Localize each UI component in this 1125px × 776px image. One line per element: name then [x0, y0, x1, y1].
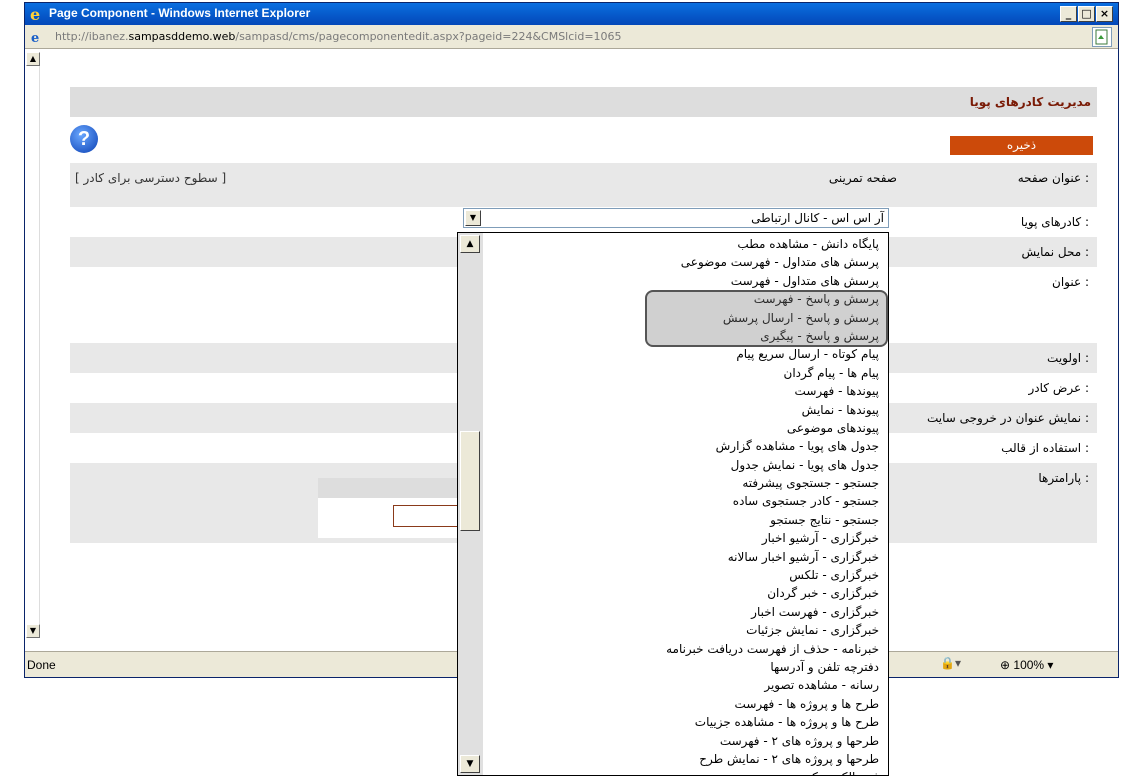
svg-text:e: e: [31, 31, 39, 45]
status-text: Done: [27, 658, 56, 672]
use-template-label: استفاده از قالب :: [1001, 441, 1089, 455]
title-label: عنوان :: [1052, 275, 1089, 289]
dynamic-frames-label: کادرهای پویا :: [1020, 215, 1089, 229]
dropdown-option[interactable]: پرسش های متداول - فهرست: [485, 272, 883, 290]
compat-view-icon[interactable]: [1092, 27, 1112, 47]
dropdown-option[interactable]: جستجو - کادر جستجوی ساده: [485, 492, 883, 510]
svg-text:e: e: [30, 5, 40, 23]
minimize-button[interactable]: _: [1060, 6, 1077, 22]
close-button[interactable]: ×: [1096, 6, 1113, 22]
parameters-panel-header: [318, 478, 463, 498]
dropdown-scroll-down-button[interactable]: ▼: [460, 755, 480, 773]
dropdown-option[interactable]: پایگاه دانش - مشاهده مطب: [485, 235, 883, 253]
ie-logo-icon: e: [30, 5, 40, 23]
dropdown-option[interactable]: پیام ها - پیام گردان: [485, 364, 883, 382]
dropdown-option[interactable]: جستجو - نتایج جستجو: [485, 511, 883, 529]
scroll-down-button[interactable]: ▼: [26, 624, 40, 638]
page-title-label: عنوان صفحه :: [1017, 171, 1089, 185]
display-location-label: محل نمایش :: [1021, 245, 1089, 259]
dropdown-option[interactable]: دفترچه تلفن و آدرسها: [485, 658, 883, 676]
parameter-input[interactable]: [393, 505, 463, 527]
dropdown-option[interactable]: طرح ها و پروژه ها - مشاهده جزییات: [485, 713, 883, 731]
zoom-level[interactable]: ⊕ 100% ▾: [1000, 658, 1053, 672]
page-title-value: صفحه تمرینی: [828, 171, 897, 185]
dropdown-option[interactable]: خبرگزاری - تلکس: [485, 566, 883, 584]
window-title: Page Component - Windows Internet Explor…: [49, 6, 311, 20]
dropdown-option[interactable]: طرح ها و پروژه ها - فهرست: [485, 695, 883, 713]
dropdown-option[interactable]: پیوندهای موضوعی: [485, 419, 883, 437]
dynamic-frames-value: آر اس اس - کانال ارتباطی: [751, 211, 884, 225]
help-icon[interactable]: ?: [70, 125, 98, 153]
page-header: مدیریت کادرهای پویا: [70, 87, 1097, 117]
url-domain: sampasddemo.web: [128, 30, 236, 43]
dropdown-option[interactable]: خبرگزاری - خبر گردان: [485, 584, 883, 602]
dropdown-option[interactable]: جستجو - جستجوی پیشرفته: [485, 474, 883, 492]
page-title: مدیریت کادرهای پویا: [969, 95, 1091, 109]
dropdown-option[interactable]: پرسش های متداول - فهرست موضوعی: [485, 253, 883, 271]
dropdown-option[interactable]: خبرنامه - حذف از فهرست دریافت خبرنامه: [485, 640, 883, 658]
dropdown-option[interactable]: خبرگزاری - آرشیو اخبار سالانه: [485, 548, 883, 566]
zoom-value: 100%: [1013, 658, 1045, 672]
access-levels-link[interactable]: [ سطوح دسترسی برای کادر ]: [75, 171, 226, 185]
page-icon: e: [31, 31, 39, 45]
address-bar: e http://ibanez.sampasddemo.web/sampasd/…: [25, 25, 1118, 49]
dropdown-option[interactable]: رسانه - مشاهده تصویر: [485, 676, 883, 694]
page-scrollbar[interactable]: ▲ ▼: [26, 52, 40, 638]
dropdown-option[interactable]: فرم الکترونیکی: [485, 768, 883, 775]
dropdown-option[interactable]: پیام کوتاه - ارسال سریع پیام: [485, 345, 883, 363]
save-button[interactable]: ذخیره: [950, 136, 1093, 155]
dropdown-scroll-up-button[interactable]: ▲: [460, 235, 480, 253]
dropdown-option[interactable]: خبرگزاری - آرشیو اخبار: [485, 529, 883, 547]
priority-label: اولویت :: [1047, 351, 1089, 365]
url-field[interactable]: http://ibanez.sampasddemo.web/sampasd/cm…: [55, 30, 622, 43]
show-title-label: نمایش عنوان در خروجی سایت :: [926, 411, 1089, 425]
dropdown-option[interactable]: پیوندها - فهرست: [485, 382, 883, 400]
url-path: /sampasd/cms/pagecomponentedit.aspx?page…: [235, 30, 622, 43]
dropdown-scrollbar[interactable]: ▲ ▼: [458, 233, 483, 775]
dropdown-option[interactable]: طرحها و پروژه های ۲ - فهرست: [485, 732, 883, 750]
title-bar: e Page Component - Windows Internet Expl…: [25, 3, 1118, 25]
parameters-label: پارامترها :: [1038, 471, 1089, 485]
scroll-up-button[interactable]: ▲: [26, 52, 40, 66]
dropdown-option[interactable]: جدول های پویا - مشاهده گزارش: [485, 437, 883, 455]
security-icon[interactable]: 🔒▾: [940, 656, 961, 670]
dropdown-option[interactable]: طرحها و پروژه های ۲ - نمایش طرح: [485, 750, 883, 768]
dropdown-scroll-thumb[interactable]: [460, 431, 480, 531]
dropdown-option[interactable]: پیوندها - نمایش: [485, 401, 883, 419]
url-prefix: http://ibanez.: [55, 30, 129, 43]
dropdown-option[interactable]: خبرگزاری - نمایش جزئیات: [485, 621, 883, 639]
zoom-icon: ⊕: [1000, 658, 1014, 672]
dynamic-frames-select[interactable]: ▼ آر اس اس - کانال ارتباطی: [463, 208, 889, 228]
dropdown-option[interactable]: خبرگزاری - فهرست اخبار: [485, 603, 883, 621]
row-page-title: عنوان صفحه : صفحه تمرینی [ سطوح دسترسی ب…: [70, 163, 1097, 207]
highlight-annotation: [645, 290, 888, 347]
maximize-button[interactable]: □: [1078, 6, 1095, 22]
dropdown-option[interactable]: جدول های پویا - نمایش جدول: [485, 456, 883, 474]
frame-width-label: عرض کادر :: [1028, 381, 1089, 395]
chevron-down-icon[interactable]: ▼: [465, 210, 481, 226]
